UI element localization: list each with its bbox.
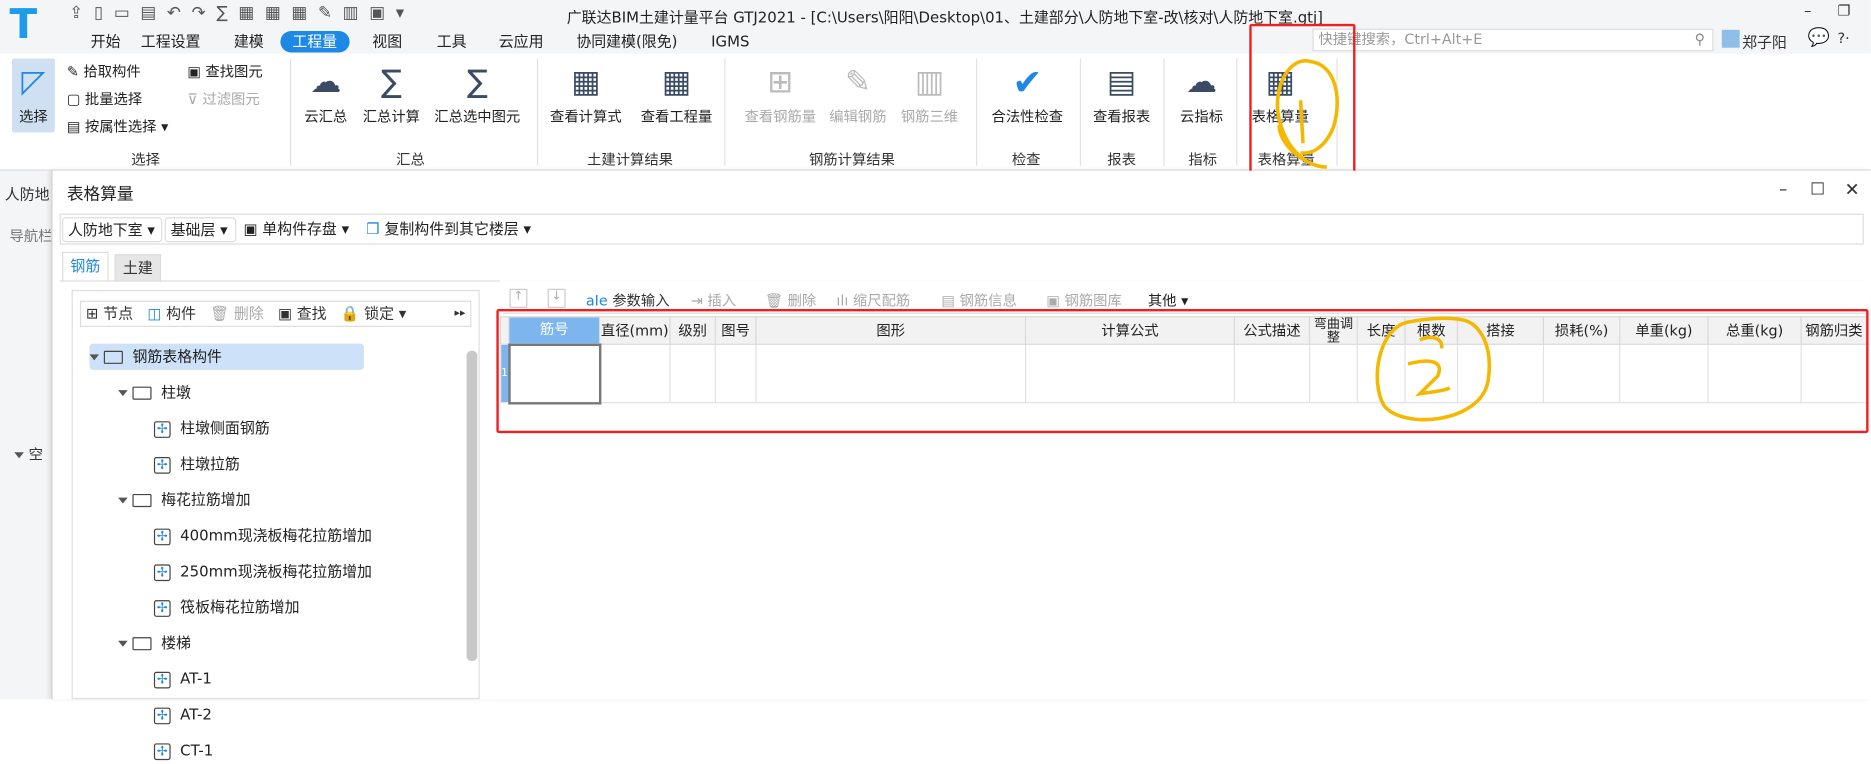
- component-icon: ✢: [153, 742, 171, 760]
- annotation-circle-2: [1375, 316, 1491, 422]
- annotation-digit-2: [1407, 335, 1451, 397]
- annotation-marks: [1275, 59, 1491, 422]
- component-icon: ✢: [153, 706, 171, 724]
- annotation-digit-1: [1298, 100, 1305, 144]
- tree-item-label: CT-1: [180, 740, 214, 759]
- tree-item[interactable]: ✢ AT-2: [153, 702, 212, 728]
- tree-item-label: AT-2: [180, 705, 212, 724]
- tree-item[interactable]: ✢ CT-1: [153, 737, 214, 763]
- annotation-circle-1: [1275, 59, 1339, 169]
